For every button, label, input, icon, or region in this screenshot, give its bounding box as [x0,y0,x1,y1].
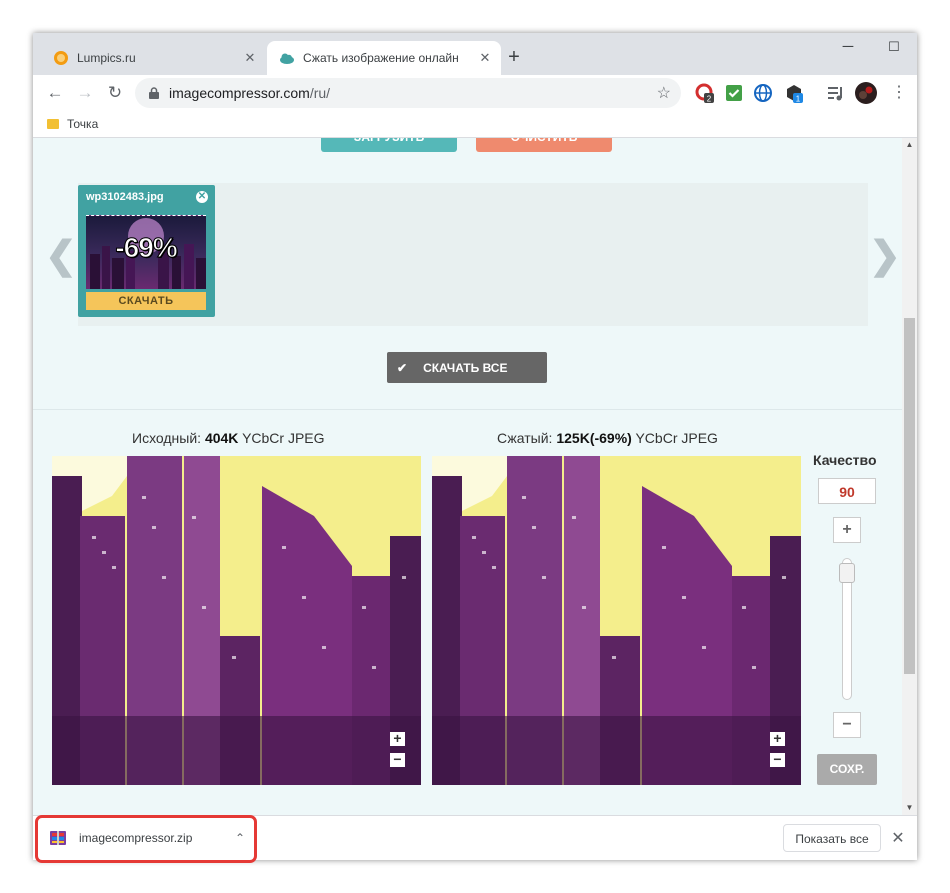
original-caption: Исходный: 404K YCbCr JPEG [132,430,325,446]
next-arrow-icon[interactable]: ❯ [869,233,901,278]
tab-image-compressor[interactable]: Сжать изображение онлайн ✕ [267,41,501,75]
quality-decrease-button[interactable]: − [833,712,861,738]
compressed-cityscape-image [432,456,801,785]
profile-avatar-icon[interactable] [855,82,877,104]
checkmark-extension-icon[interactable] [724,83,744,103]
clear-button[interactable]: ОЧИСТИТЬ [476,138,612,152]
tab-lumpics[interactable]: Lumpics.ru ✕ [41,41,266,75]
address-bar[interactable]: imagecompressor.com/ru/ ☆ [135,78,681,108]
page-content: ЗАГРУЗИТЬ ОЧИСТИТЬ ❮ ❯ wp3102483.jpg ✕ [33,138,902,815]
url-path: /ru/ [309,85,331,101]
original-size: 404K [204,430,239,446]
quality-slider-handle[interactable] [839,563,855,583]
compressed-preview[interactable]: + − [432,456,801,785]
browser-menu-button[interactable]: ⋮ [885,79,913,107]
zoom-in-button[interactable]: + [390,731,405,746]
remove-file-icon[interactable]: ✕ [196,191,208,203]
quality-label: Качество [813,452,877,468]
new-tab-button[interactable]: + [503,46,525,68]
original-preview[interactable]: + − [52,456,421,785]
file-name: wp3102483.jpg [86,191,164,203]
download-all-button[interactable]: ✔ СКАЧАТЬ ВСЕ [387,352,547,383]
back-button[interactable]: ← [41,79,69,107]
scroll-down-icon[interactable]: ▼ [902,801,917,815]
maximize-button[interactable]: ☐ [871,33,917,63]
browser-toolbar: ← → ↻ imagecompressor.com/ru/ ☆ 2 1 ⋮ [33,75,917,111]
close-shelf-icon[interactable]: ✕ [889,828,907,848]
compressed-size: 125K(-69%) [556,430,632,446]
compressed-caption: Сжатый: 125K(-69%) YCbCr JPEG [497,430,718,446]
lock-icon [149,87,159,99]
forward-button[interactable]: → [71,79,99,107]
reload-button[interactable]: ↻ [101,79,129,107]
scroll-up-icon[interactable]: ▲ [902,138,917,152]
zoom-in-button[interactable]: + [770,731,785,746]
file-card: wp3102483.jpg ✕ -69% СКАЧАТЬ [78,185,215,317]
download-file-button[interactable]: СКАЧАТЬ [86,292,206,310]
show-all-downloads-button[interactable]: Показать все [783,824,881,852]
prev-arrow-icon[interactable]: ❮ [45,233,77,278]
download-all-label: СКАЧАТЬ ВСЕ [423,360,508,375]
compressed-format: YCbCr JPEG [635,430,718,446]
box-extension-icon[interactable]: 1 [784,83,804,103]
upload-button[interactable]: ЗАГРУЗИТЬ [321,138,457,152]
bookmarks-bar: Точка [33,111,917,138]
extension-1-icon[interactable]: 2 [695,83,715,103]
url-host: imagecompressor.com [169,85,310,101]
lumpics-favicon-icon [54,51,68,65]
checkmark-icon: ✔ [397,360,408,375]
page-scrollbar[interactable]: ▲ ▼ [902,138,917,815]
reduction-percent: -69% [115,232,178,264]
section-divider [33,409,902,410]
zoom-out-button[interactable]: − [770,752,785,767]
browser-window: Lumpics.ru ✕ Сжать изображение онлайн ✕ … [33,33,917,860]
bookmark-tochka[interactable]: Точка [67,117,98,131]
highlight-frame [35,815,257,863]
extension-1-badge: 2 [707,95,712,104]
minimize-button[interactable]: ─ [825,33,871,63]
original-label: Исходный: [132,430,202,446]
original-format: YCbCr JPEG [242,430,325,446]
folder-icon [47,119,59,129]
save-quality-button[interactable]: СОХР. [817,754,877,785]
tab-close-icon[interactable]: ✕ [477,50,493,66]
cloud-favicon-icon [280,53,294,64]
tab-strip: Lumpics.ru ✕ Сжать изображение онлайн ✕ … [33,33,917,75]
original-cityscape-image [52,456,421,785]
quality-increase-button[interactable]: + [833,517,861,543]
globe-extension-icon[interactable] [753,83,773,103]
tab-title: Сжать изображение онлайн [303,51,459,65]
bookmark-star-icon[interactable]: ☆ [657,83,671,103]
scrollbar-thumb[interactable] [904,318,915,674]
media-control-icon[interactable] [825,83,845,103]
url-text: imagecompressor.com/ru/ [169,85,657,101]
tab-close-icon[interactable]: ✕ [242,50,258,66]
quality-value-input[interactable]: 90 [818,478,876,504]
file-thumbnail: -69% [86,215,206,289]
extension-4-badge: 1 [796,95,801,104]
tab-title: Lumpics.ru [77,51,136,65]
compressed-label: Сжатый: [497,430,553,446]
zoom-out-button[interactable]: − [390,752,405,767]
